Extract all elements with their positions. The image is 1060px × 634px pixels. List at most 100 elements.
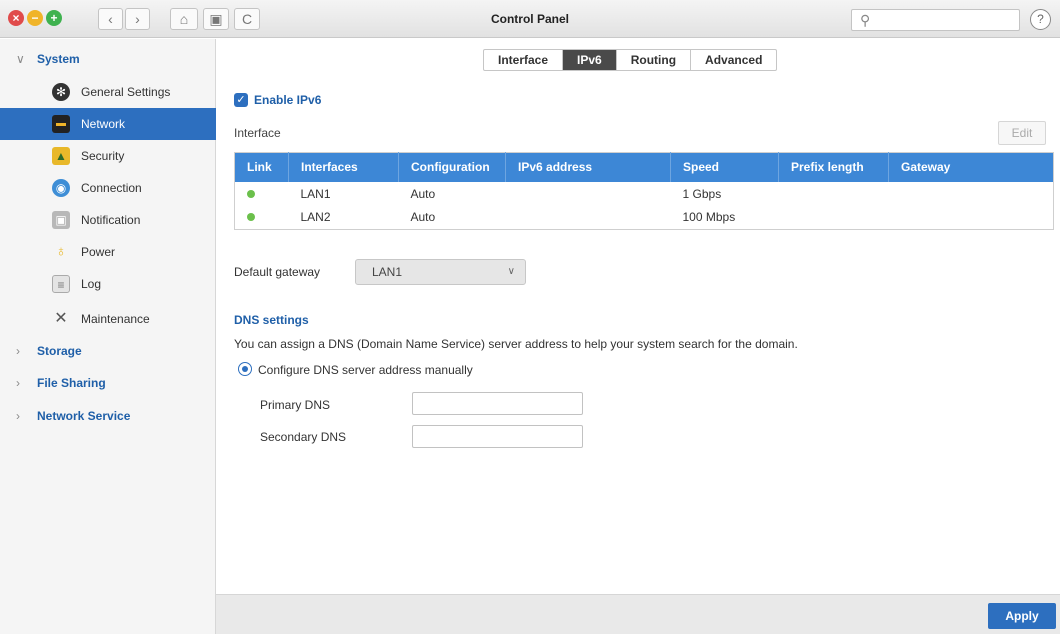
title-bar: × − + ‹ › ⌂ ▣ C Control Panel ⚲ ? (0, 0, 1060, 38)
sidebar-item-connection[interactable]: ◉ Connection (0, 172, 216, 204)
link-status-icon (247, 189, 255, 198)
refresh-icon: C (241, 11, 253, 27)
sidebar-category-label: Network Service (37, 409, 131, 423)
dns-settings-heading: DNS settings (234, 313, 309, 327)
forward-button[interactable]: › (125, 8, 150, 30)
sidebar-item-label: Maintenance (81, 312, 150, 326)
sidebar-item-notification[interactable]: ▣ Notification (0, 204, 216, 236)
gateway-cell (889, 206, 1054, 230)
sidebar-item-label: Security (81, 149, 125, 163)
gateway-cell (889, 182, 1054, 206)
interface-cell: LAN1 (300, 186, 331, 201)
tab-advanced[interactable]: Advanced (691, 50, 776, 70)
apply-button[interactable]: Apply (988, 603, 1056, 629)
close-window-button[interactable]: × (8, 10, 24, 26)
interface-heading: Interface (234, 126, 281, 140)
secondary-dns-label: Secondary DNS (260, 430, 347, 444)
minimize-window-button[interactable]: − (27, 10, 43, 26)
chevron-right-icon: › (16, 344, 20, 358)
sidebar-item-label: Notification (81, 213, 141, 227)
sidebar-category-network-service[interactable]: › Network Service (0, 400, 216, 432)
gear-icon: ✻ (52, 83, 70, 101)
table-header-row: Link Interfaces Configuration IPv6 addre… (234, 152, 1054, 182)
edit-button[interactable]: Edit (998, 121, 1046, 145)
chevron-down-icon: ∨ (16, 52, 25, 66)
secondary-dns-input[interactable] (412, 425, 583, 448)
sidebar-item-log[interactable]: ≡ Log (0, 268, 216, 300)
footer-bar (216, 594, 1060, 634)
chevron-down-icon: ∨ (507, 266, 515, 277)
column-header[interactable]: Link (234, 152, 289, 182)
link-status-icon (247, 213, 255, 222)
tab-routing[interactable]: Routing (617, 50, 692, 70)
sidebar: ∨ System ✻ General Settings ▬ Network ▲ … (0, 39, 216, 634)
sidebar-category-storage[interactable]: › Storage (0, 335, 216, 367)
configuration-cell: Auto (410, 186, 436, 201)
sidebar-category-system[interactable]: ∨ System (0, 43, 216, 75)
table-row[interactable]: LAN1 Auto 1 Gbps (235, 182, 1054, 206)
enable-ipv6-checkbox[interactable]: ✓ (234, 93, 248, 107)
sidebar-item-network[interactable]: ▬ Network (0, 108, 216, 140)
default-gateway-label: Default gateway (234, 265, 321, 279)
prefix-length-cell (779, 206, 889, 230)
globe-icon: ◉ (52, 179, 70, 197)
sidebar-item-label: Log (81, 277, 102, 291)
sidebar-category-label: File Sharing (37, 376, 106, 390)
refresh-button[interactable]: C (234, 8, 260, 30)
sidebar-category-label: System (37, 52, 80, 66)
ipv6-address-cell (506, 206, 671, 230)
home-button[interactable]: ⌂ (170, 8, 198, 30)
sidebar-item-label: Power (81, 245, 116, 259)
dns-description: You can assign a DNS (Domain Name Servic… (234, 337, 798, 351)
column-header[interactable]: Speed (670, 152, 779, 182)
enable-ipv6-label: Enable IPv6 (254, 93, 322, 107)
chevron-right-icon: › (135, 11, 140, 27)
panel-icon: ▣ (209, 11, 223, 27)
network-card-icon: ▬ (52, 115, 70, 133)
column-header[interactable]: Configuration (398, 152, 506, 182)
help-button[interactable]: ? (1030, 9, 1051, 30)
sidebar-category-label: Storage (37, 344, 82, 358)
sidebar-item-general-settings[interactable]: ✻ General Settings (0, 76, 216, 108)
search-icon: ⚲ (860, 12, 871, 28)
notification-icon: ▣ (52, 211, 70, 229)
prefix-length-cell (779, 182, 889, 206)
column-header[interactable]: Gateway (888, 152, 1054, 182)
panel-toggle-button[interactable]: ▣ (203, 8, 229, 30)
tab-ipv6[interactable]: IPv6 (563, 50, 617, 70)
sidebar-item-label: Connection (81, 181, 142, 195)
log-icon: ≡ (52, 275, 70, 293)
primary-dns-label: Primary DNS (260, 398, 331, 412)
sidebar-item-security[interactable]: ▲ Security (0, 140, 216, 172)
sidebar-item-label: General Settings (81, 85, 171, 99)
tab-interface[interactable]: Interface (484, 50, 564, 70)
default-gateway-select[interactable]: LAN1 ∨ (355, 259, 526, 285)
interface-table: Link Interfaces Configuration IPv6 addre… (234, 152, 1054, 230)
bulb-icon: ♁ (55, 243, 67, 260)
table-row[interactable]: LAN2 Auto 100 Mbps (235, 206, 1054, 230)
sidebar-category-file-sharing[interactable]: › File Sharing (0, 367, 216, 399)
ipv6-address-cell (506, 182, 671, 206)
column-header[interactable]: IPv6 address (505, 152, 671, 182)
tab-bar: Interface IPv6 Routing Advanced (483, 49, 778, 71)
checkmark-icon: ✓ (236, 94, 246, 106)
manual-dns-radio[interactable] (238, 362, 252, 376)
primary-dns-input[interactable] (412, 392, 583, 415)
sidebar-item-maintenance[interactable]: ✕ Maintenance (0, 303, 216, 335)
window-title: Control Panel (490, 12, 569, 26)
column-header[interactable]: Interfaces (288, 152, 399, 182)
speed-cell: 1 Gbps (682, 186, 722, 201)
sidebar-item-power[interactable]: ♁ Power (0, 236, 216, 268)
back-button[interactable]: ‹ (98, 8, 123, 30)
maximize-window-button[interactable]: + (46, 10, 62, 26)
speed-cell: 100 Mbps (682, 210, 736, 225)
default-gateway-value: LAN1 (372, 265, 403, 279)
chevron-right-icon: › (16, 409, 20, 423)
home-icon: ⌂ (179, 11, 189, 27)
search-box[interactable]: ⚲ (851, 9, 1020, 31)
column-header[interactable]: Prefix length (778, 152, 889, 182)
manual-dns-label: Configure DNS server address manually (258, 363, 473, 377)
chevron-right-icon: › (16, 376, 20, 390)
configuration-cell: Auto (410, 210, 436, 225)
chevron-left-icon: ‹ (108, 11, 113, 27)
